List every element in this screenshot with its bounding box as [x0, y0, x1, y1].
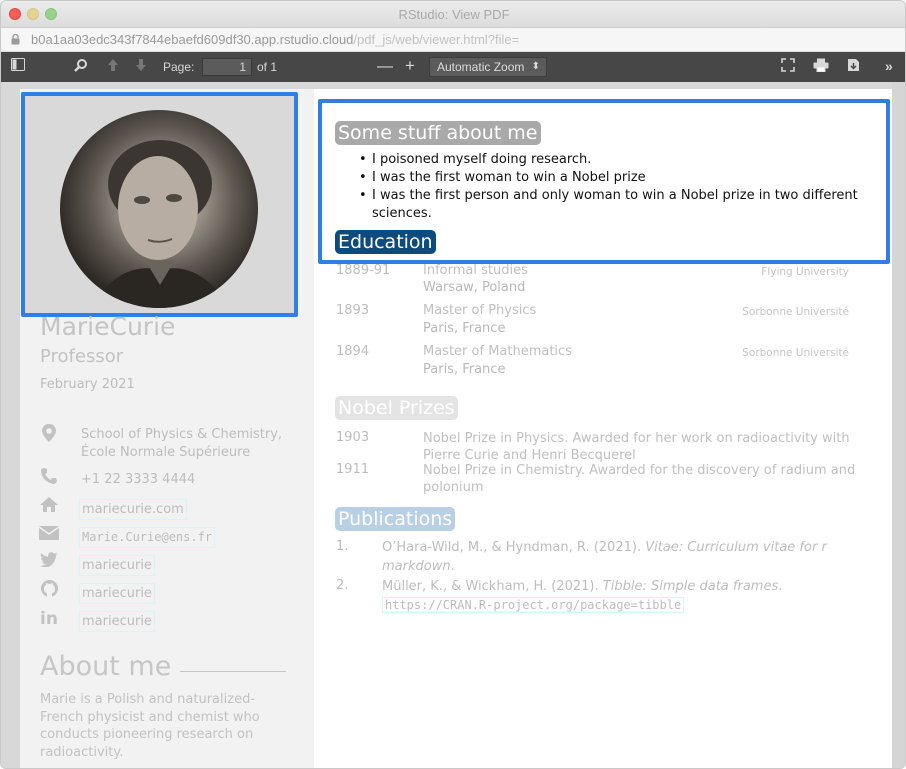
publication-tail: .: [778, 579, 783, 594]
lock-icon: [11, 34, 20, 45]
linkedin-link[interactable]: mariecurie: [79, 611, 155, 632]
url-path: /pdf_js/web/viewer.html?file=: [353, 32, 520, 47]
publication-tail: .: [450, 559, 455, 574]
page-label: Page:: [163, 60, 195, 74]
page-total: of 1: [257, 60, 278, 74]
publication-authors: Müller, K., & Wickham, H. (2021).: [382, 579, 603, 594]
email-link[interactable]: Marie.Curie@ens.fr: [79, 527, 216, 548]
education-place: Warsaw, Poland: [423, 280, 526, 295]
print-icon[interactable]: [813, 58, 829, 76]
zoom-select-value: Automatic Zoom: [437, 60, 525, 74]
window-title: RStudio: View PDF: [398, 7, 510, 22]
address-bar[interactable]: b0a1aa03edc343f7844ebaefd609df30.app.rst…: [1, 28, 905, 52]
education-title: Master of Mathematics: [423, 344, 572, 359]
search-icon[interactable]: [74, 58, 88, 76]
education-institution: Sorbonne Université: [742, 347, 849, 359]
page-number-input[interactable]: 1: [202, 58, 252, 76]
github-icon: [39, 580, 59, 600]
chevron-updown-icon: ⬍: [531, 61, 540, 72]
nobel-text: Nobel Prize in Physics. Awarded for her …: [423, 431, 850, 463]
publication-number: 2.: [336, 578, 349, 593]
phone-number: +1 22 3333 4444: [81, 472, 196, 487]
scrollbar-track[interactable]: [892, 82, 905, 768]
content-highlight-box: [318, 99, 890, 264]
education-title: Informal studies: [423, 263, 528, 278]
about-me-heading: About me: [40, 651, 172, 682]
envelope-icon: [38, 525, 60, 545]
website-link[interactable]: mariecurie.com: [79, 499, 187, 520]
about-me-rule: [180, 671, 286, 672]
url-text[interactable]: b0a1aa03edc343f7844ebaefd609df30.app.rst…: [31, 32, 519, 47]
education-year: 1894: [336, 344, 370, 359]
nobel-year: 1903: [336, 430, 370, 445]
photo-highlight-box: [21, 92, 298, 317]
double-chevron-right-icon[interactable]: »: [885, 57, 893, 75]
publication-authors: O’Hara-Wild, M., & Hyndman, R. (2021).: [382, 540, 646, 555]
linkedin-icon: in: [40, 609, 58, 629]
section-publications-heading: Publications: [335, 507, 456, 531]
zoom-out-icon[interactable]: —: [377, 58, 393, 76]
education-institution: Flying University: [761, 266, 849, 278]
next-page-icon[interactable]: [135, 58, 147, 76]
twitter-icon: [39, 552, 59, 572]
download-icon[interactable]: [847, 58, 860, 76]
education-place: Paris, France: [423, 321, 506, 336]
pdf-viewer-window: RStudio: View PDF b0a1aa03edc343f7844eba…: [0, 0, 906, 769]
sidebar-toggle-icon[interactable]: [11, 58, 25, 76]
publication-entry: Müller, K., & Wickham, H. (2021). Tibble…: [382, 577, 858, 615]
education-title: Master of Physics: [423, 303, 537, 318]
publication-number: 1.: [336, 539, 349, 554]
home-icon: [39, 497, 59, 517]
previous-page-icon[interactable]: [107, 58, 119, 76]
publication-title: Tibble: Simple data frames: [602, 579, 779, 594]
phone-icon: [39, 468, 59, 488]
education-year: 1889-91: [336, 263, 391, 278]
about-me-text: Marie is a Polish and naturalized-French…: [40, 692, 260, 760]
education-institution: Sorbonne Université: [742, 306, 849, 318]
address-line-2: École Normale Supérieure: [81, 445, 251, 460]
zoom-in-icon[interactable]: +: [405, 57, 415, 75]
zoom-select[interactable]: Automatic Zoom ⬍: [429, 57, 547, 77]
publication-link[interactable]: https://CRAN.R-project.org/package=tibbl…: [382, 597, 685, 613]
map-marker-icon: [39, 424, 59, 444]
twitter-link[interactable]: mariecurie: [79, 555, 155, 576]
title-bar: RStudio: View PDF: [1, 1, 905, 28]
section-nobel-heading: Nobel Prizes: [335, 396, 458, 420]
cv-role: Professor: [40, 346, 124, 367]
publication-entry: O’Hara-Wild, M., & Hyndman, R. (2021). V…: [382, 538, 858, 576]
cv-name: MarieCurie: [40, 312, 176, 341]
education-place: Paris, France: [423, 362, 506, 377]
presentation-mode-icon[interactable]: [781, 58, 795, 76]
url-host: b0a1aa03edc343f7844ebaefd609df30.app.rst…: [31, 32, 354, 47]
github-link[interactable]: mariecurie: [79, 583, 155, 604]
nobel-text: Nobel Prize in Chemistry. Awarded for th…: [423, 463, 856, 495]
education-year: 1893: [336, 303, 370, 318]
nobel-year: 1911: [336, 462, 370, 477]
address-line-1: School of Physics & Chemistry,: [81, 427, 283, 442]
cv-date: February 2021: [40, 377, 135, 392]
